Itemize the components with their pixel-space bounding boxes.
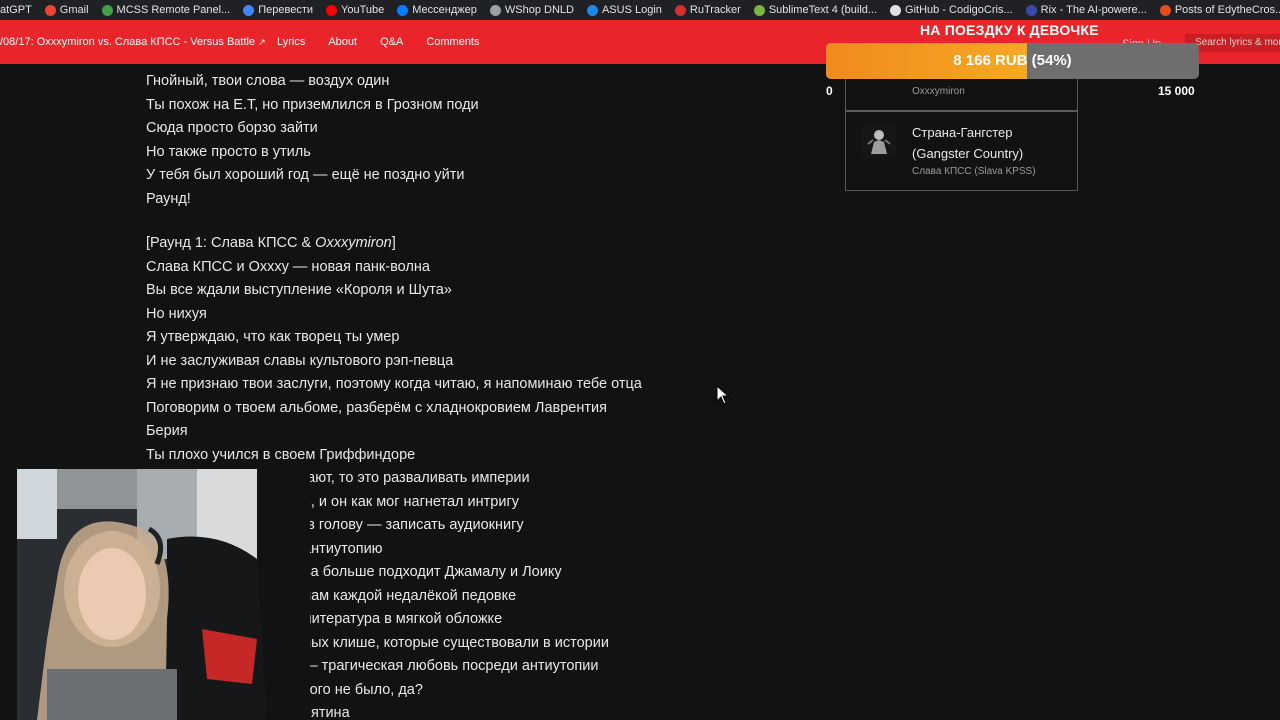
bookmark-item[interactable]: Мессенджер — [391, 0, 484, 20]
section-prefix: [Раунд 1: Слава КПСС & — [146, 235, 316, 251]
webcam-overlay — [17, 469, 310, 720]
mcss-icon — [101, 4, 113, 16]
bookmark-item[interactable]: Gmail — [39, 0, 96, 20]
bookmark-item[interactable]: SublimeText 4 (build... — [748, 0, 884, 20]
lyric-line[interactable]: Берия — [146, 420, 706, 444]
related-song-artist: Слава КПСС (Slava KPSS) — [912, 166, 1036, 177]
search-input[interactable]: Search lyrics & more — [1185, 34, 1280, 52]
lyric-line[interactable]: Сюда просто борзо зайти — [146, 117, 706, 141]
asus-icon — [586, 4, 598, 16]
song-title-link[interactable]: /08/17: Oxxxymiron vs. Слава КПСС - Vers… — [0, 36, 266, 48]
bookmark-label: SublimeText 4 (build... — [768, 4, 878, 16]
bookmark-label: GitHub - CodigoCris... — [905, 4, 1013, 16]
bookmark-label: Rix - The AI-powere... — [1040, 4, 1147, 16]
lyric-line[interactable]: Но также просто в утиль — [146, 141, 706, 165]
bookmark-label: Перевести — [258, 4, 314, 16]
external-link-icon: ↗ — [258, 37, 266, 47]
section-header: [Раунд 1: Слава КПСС & Oxxxymiron] — [146, 232, 706, 256]
section-suffix: ] — [391, 235, 396, 251]
bookmark-item[interactable]: ASUS Login — [581, 0, 669, 20]
lyric-line[interactable]: У тебя был хороший год — ещё не поздно у… — [146, 164, 706, 188]
lyric-line[interactable]: Поговорим о твоем альбоме, разберём с хл… — [146, 397, 706, 421]
youtube-icon — [326, 4, 338, 16]
nav-comments[interactable]: Comments — [426, 36, 479, 48]
lyric-line[interactable]: Ты плохо учился в своем Гриффиндоре — [146, 444, 706, 468]
lyric-line[interactable]: Вы все ждали выступление «Короля и Шута» — [146, 279, 706, 303]
bookmark-label: Posts of EdytheCros... — [1174, 4, 1280, 16]
bookmark-item[interactable]: RuTracker — [669, 0, 748, 20]
bookmark-label: atGPT — [0, 4, 32, 16]
lyric-line[interactable]: Я не признаю твои заслуги, поэтому когда… — [146, 373, 706, 397]
bookmark-item[interactable]: YouTube — [320, 0, 391, 20]
posts-icon — [1159, 4, 1171, 16]
donation-max: 15 000 — [1158, 84, 1195, 98]
wshop-icon — [489, 4, 501, 16]
bookmark-item[interactable]: Перевести — [237, 0, 320, 20]
rutracker-icon — [674, 4, 686, 16]
related-song-artist: Oxxxymiron — [912, 86, 965, 97]
messenger-icon — [397, 4, 409, 16]
related-song-card[interactable]: Страна-Гангстер (Gangster Country) Слава… — [845, 111, 1078, 191]
lyric-line[interactable]: Раунд! — [146, 188, 706, 212]
gmail-icon — [44, 4, 56, 16]
bookmark-label: WShop DNLD — [504, 4, 574, 16]
bookmark-label: YouTube — [341, 4, 385, 16]
nav-lyrics[interactable]: Lyrics — [277, 36, 305, 48]
bookmark-label: RuTracker — [689, 4, 741, 16]
bookmark-item[interactable]: MCSS Remote Panel... — [96, 0, 238, 20]
lyric-line[interactable]: Я утверждаю, что как творец ты умер — [146, 326, 706, 350]
song-nav: Lyrics About Q&A Comments — [277, 36, 503, 48]
bookmark-item[interactable]: WShop DNLD — [484, 0, 581, 20]
song-title-text: /08/17: Oxxxymiron vs. Слава КПСС - Vers… — [0, 36, 256, 48]
lyric-line[interactable]: И не заслуживая славы культового рэп-пев… — [146, 350, 706, 374]
bookmark-label: MCSS Remote Panel... — [116, 4, 231, 16]
donation-min: 0 — [826, 84, 833, 98]
lyric-line[interactable]: Но нихуя — [146, 303, 706, 327]
bookmark-label: Мессенджер — [412, 4, 477, 16]
rix-icon — [1025, 4, 1037, 16]
related-song-title: Страна-Гангстер (Gangster Country) — [912, 125, 1024, 161]
donation-title: НА ПОЕЗДКУ К ДЕВОЧКЕ — [920, 22, 1099, 38]
song-thumbnail — [862, 124, 896, 158]
section-artist-link[interactable]: Oxxxymiron — [315, 235, 392, 251]
mouse-cursor-icon — [716, 385, 730, 405]
donation-progress-bar: 8 166 RUB (54%) — [826, 43, 1199, 79]
sublime-icon — [753, 4, 765, 16]
bookmark-item[interactable]: GitHub - CodigoCris... — [884, 0, 1020, 20]
lyric-line[interactable]: Гнойный, твои слова — воздух один — [146, 70, 706, 94]
translate-icon — [243, 4, 255, 16]
bookmarks-bar: atGPT Gmail MCSS Remote Panel... Перевести Y… — [0, 0, 1280, 20]
bookmark-item[interactable]: atGPT — [0, 0, 39, 20]
bookmark-label: ASUS Login — [601, 4, 662, 16]
nav-qa[interactable]: Q&A — [380, 36, 403, 48]
bookmark-item[interactable]: Posts of EdytheCros... — [1154, 0, 1280, 20]
lyric-line[interactable]: Слава КПСС и Oxxxy — новая панк-волна — [146, 256, 706, 280]
bookmark-item[interactable]: Rix - The AI-powere... — [1020, 0, 1154, 20]
bookmark-label: Gmail — [59, 4, 89, 16]
donation-amount: 8 166 RUB (54%) — [953, 52, 1072, 69]
lyric-line[interactable]: Ты похож на Е.Т, но приземлился в Грозно… — [146, 94, 706, 118]
github-icon — [890, 4, 902, 16]
nav-about[interactable]: About — [328, 36, 357, 48]
